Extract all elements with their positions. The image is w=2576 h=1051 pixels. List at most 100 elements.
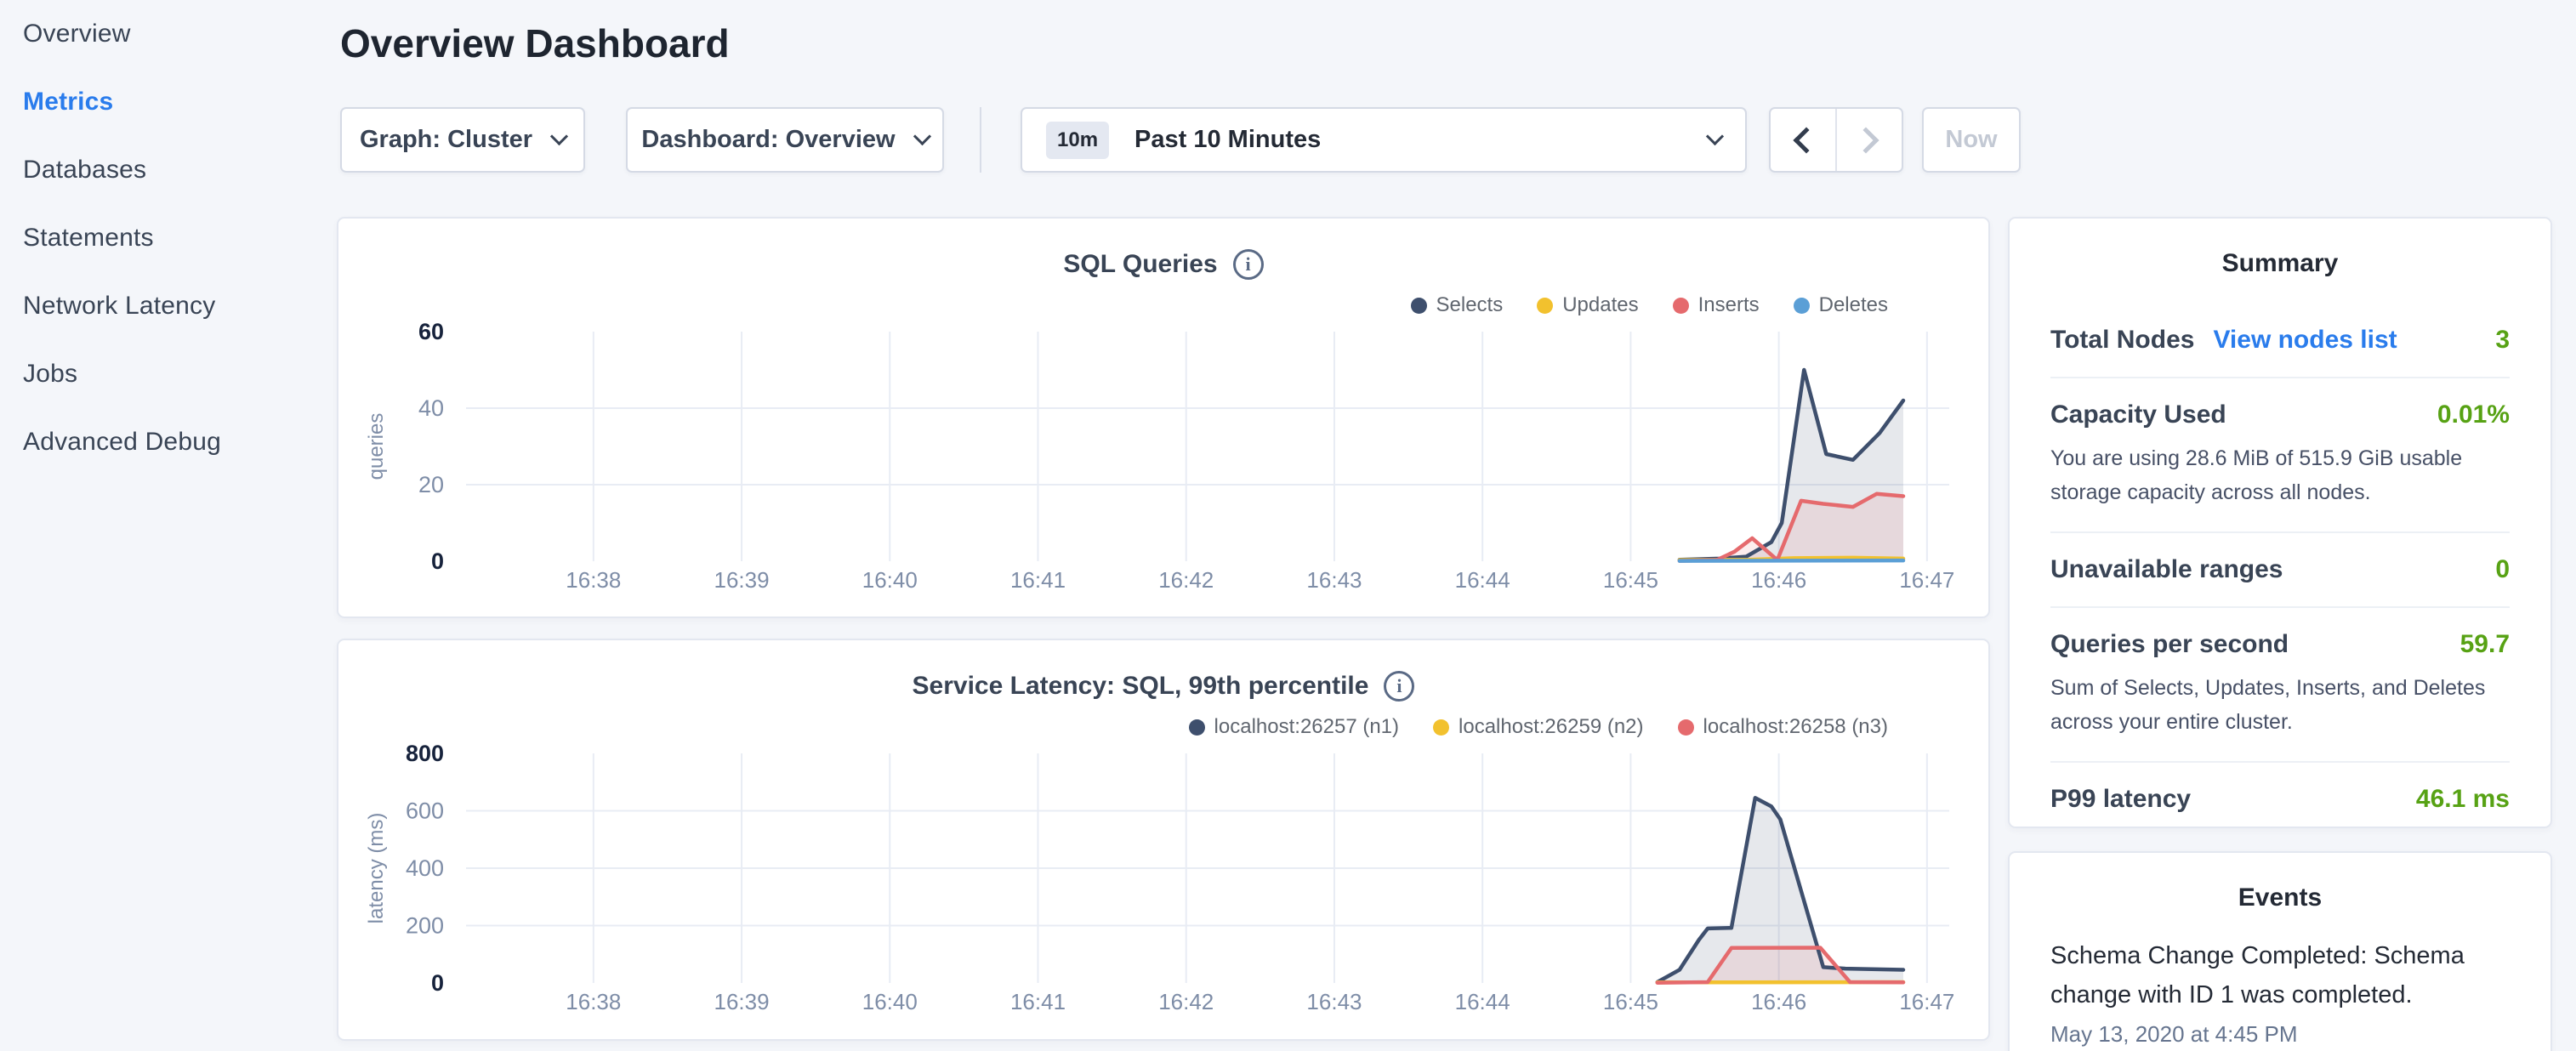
svg-text:16:45: 16:45	[1603, 567, 1658, 593]
sql-queries-chart-card: 16:3816:3916:4016:4116:4216:4316:4416:45…	[337, 217, 1990, 618]
legend-item[interactable]: localhost:26259 (n2)	[1433, 715, 1643, 739]
svg-text:16:44: 16:44	[1455, 567, 1510, 593]
svg-text:16:46: 16:46	[1751, 567, 1806, 593]
events-panel: Events Schema Change Completed: Schema c…	[2008, 851, 2552, 1051]
summary-row-description: Sum of Selects, Updates, Inserts, and De…	[2050, 671, 2510, 739]
controls-row: Graph: Cluster Dashboard: Overview 10m P…	[340, 107, 2021, 173]
time-range-badge: 10m	[1046, 122, 1109, 159]
legend-dot	[1678, 719, 1694, 736]
svg-text:16:39: 16:39	[714, 989, 770, 1014]
legend-label: localhost:26257 (n1)	[1214, 715, 1399, 739]
chart-title-row: Service Latency: SQL, 99th percentile i	[338, 671, 1988, 702]
legend-item[interactable]: Updates	[1537, 293, 1638, 317]
summary-row-label: Capacity Used	[2050, 401, 2226, 429]
legend-label: Inserts	[1698, 293, 1760, 317]
summary-row-label: P99 latency	[2050, 785, 2191, 814]
legend-item[interactable]: localhost:26257 (n1)	[1189, 715, 1399, 739]
svg-text:queries: queries	[365, 413, 388, 480]
svg-text:40: 40	[418, 395, 444, 421]
chart-title: Service Latency: SQL, 99th percentile	[913, 672, 1369, 701]
legend-dot	[1411, 298, 1427, 314]
legend-dot	[1433, 719, 1449, 736]
svg-text:latency (ms): latency (ms)	[365, 813, 388, 924]
svg-text:16:47: 16:47	[1899, 989, 1954, 1014]
time-range-selector[interactable]: 10m Past 10 Minutes	[1021, 107, 1747, 173]
summary-row-value: 0	[2495, 555, 2510, 584]
legend-item[interactable]: Inserts	[1673, 293, 1760, 317]
summary-row-label: Unavailable ranges	[2050, 555, 2283, 584]
event-timestamp: May 13, 2020 at 4:45 PM	[2050, 1021, 2510, 1048]
svg-text:16:47: 16:47	[1899, 567, 1954, 593]
svg-text:16:41: 16:41	[1010, 989, 1066, 1014]
sidebar-item-statements[interactable]: Statements	[0, 204, 337, 272]
svg-text:200: 200	[406, 913, 444, 939]
legend-dot	[1794, 298, 1810, 314]
legend-label: Selects	[1436, 293, 1504, 317]
chevron-right-icon	[1852, 127, 1879, 153]
summary-row-label: Total Nodes	[2050, 326, 2194, 355]
summary-row-value: 46.1 ms	[2416, 785, 2510, 814]
legend-item[interactable]: Deletes	[1794, 293, 1888, 317]
events-title: Events	[2010, 883, 2550, 912]
time-forward-button[interactable]	[1835, 109, 1902, 171]
dashboard-dropdown[interactable]: Dashboard: Overview	[626, 107, 944, 173]
summary-row: Unavailable ranges 0	[2050, 531, 2510, 606]
legend-label: Updates	[1562, 293, 1638, 317]
time-step-buttons	[1769, 107, 1903, 173]
svg-text:16:43: 16:43	[1306, 989, 1362, 1014]
graph-dropdown[interactable]: Graph: Cluster	[340, 107, 585, 173]
svg-text:600: 600	[406, 798, 444, 824]
svg-text:0: 0	[431, 970, 444, 996]
svg-text:60: 60	[418, 319, 444, 344]
svg-text:16:38: 16:38	[566, 567, 621, 593]
svg-text:16:44: 16:44	[1455, 989, 1510, 1014]
summary-row: Total NodesView nodes list3	[2050, 304, 2510, 377]
summary-row: Queries per second59.7Sum of Selects, Up…	[2050, 606, 2510, 761]
service-latency-chart-card: 16:3816:3916:4016:4116:4216:4316:4416:45…	[337, 639, 1990, 1041]
sidebar-item-jobs[interactable]: Jobs	[0, 340, 337, 408]
legend-label: localhost:26258 (n3)	[1703, 715, 1888, 739]
chevron-left-icon	[1793, 127, 1819, 153]
legend-label: Deletes	[1819, 293, 1888, 317]
chevron-down-icon	[550, 128, 568, 145]
sidebar-item-advanced-debug[interactable]: Advanced Debug	[0, 408, 337, 476]
summary-panel: Summary Total NodesView nodes list3Capac…	[2008, 217, 2552, 828]
summary-row: Capacity Used0.01%You are using 28.6 MiB…	[2050, 377, 2510, 531]
time-back-button[interactable]	[1771, 109, 1835, 171]
svg-text:16:43: 16:43	[1306, 567, 1362, 593]
summary-row: P99 latency 46.1 ms	[2050, 761, 2510, 836]
chart-legend: Selects Updates Inserts Deletes	[1411, 293, 1889, 317]
chevron-down-icon	[1706, 128, 1724, 145]
view-nodes-link[interactable]: View nodes list	[2213, 326, 2397, 355]
sidebar-nav: OverviewMetricsDatabasesStatementsNetwor…	[0, 0, 337, 1051]
legend-dot	[1189, 719, 1205, 736]
legend-item[interactable]: Selects	[1411, 293, 1504, 317]
time-range-label: Past 10 Minutes	[1134, 126, 1321, 154]
now-button[interactable]: Now	[1922, 107, 2021, 173]
svg-text:16:39: 16:39	[714, 567, 770, 593]
event-list: Schema Change Completed: Schema change w…	[2050, 936, 2510, 1048]
chart-title-row: SQL Queries i	[338, 249, 1988, 280]
svg-text:20: 20	[418, 472, 444, 497]
summary-title: Summary	[2010, 249, 2550, 278]
summary-row-description: You are using 28.6 MiB of 515.9 GiB usab…	[2050, 441, 2510, 509]
svg-text:16:46: 16:46	[1751, 989, 1806, 1014]
legend-dot	[1537, 298, 1553, 314]
sidebar-item-databases[interactable]: Databases	[0, 136, 337, 204]
svg-text:16:41: 16:41	[1010, 567, 1066, 593]
svg-text:16:38: 16:38	[566, 989, 621, 1014]
svg-text:16:45: 16:45	[1603, 989, 1658, 1014]
info-icon[interactable]: i	[1384, 671, 1414, 702]
chart-title: SQL Queries	[1063, 250, 1217, 279]
svg-text:16:40: 16:40	[862, 567, 918, 593]
summary-row-label: Queries per second	[2050, 630, 2289, 659]
dashboard-dropdown-label: Dashboard: Overview	[641, 126, 895, 154]
svg-text:400: 400	[406, 855, 444, 881]
info-icon[interactable]: i	[1233, 249, 1264, 280]
legend-item[interactable]: localhost:26258 (n3)	[1678, 715, 1888, 739]
controls-divider	[980, 107, 981, 173]
sidebar-item-overview[interactable]: Overview	[0, 0, 337, 68]
event-item[interactable]: Schema Change Completed: Schema change w…	[2050, 936, 2510, 1048]
sidebar-item-network-latency[interactable]: Network Latency	[0, 272, 337, 340]
sidebar-item-metrics[interactable]: Metrics	[0, 68, 337, 136]
